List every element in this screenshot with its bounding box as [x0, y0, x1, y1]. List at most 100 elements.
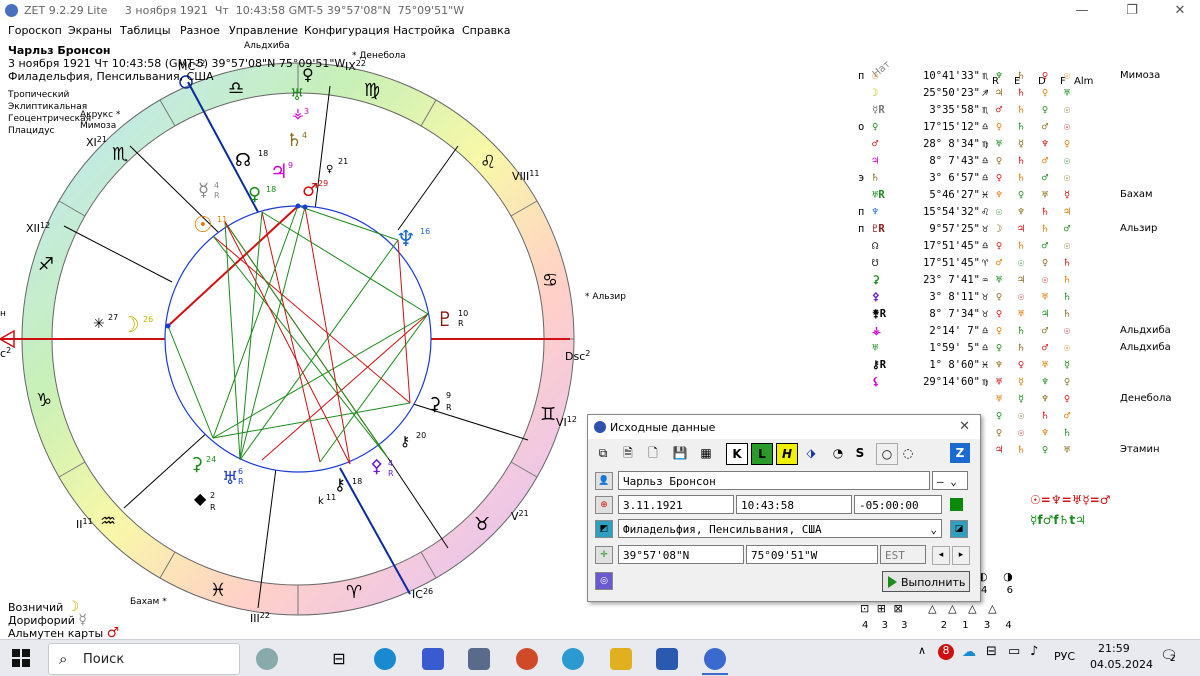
- h-button[interactable]: H: [776, 443, 798, 465]
- planet-icon: ♀: [872, 121, 879, 133]
- menu-raznoe[interactable]: Разное: [180, 24, 220, 37]
- triangle-icon-3[interactable]: △: [968, 602, 976, 615]
- prev-arrow-button[interactable]: ◂: [932, 546, 950, 565]
- s-button[interactable]: S: [850, 443, 870, 463]
- planet-degree: 29°14'60": [923, 376, 980, 388]
- source-data-dialog[interactable]: Исходные данные ✕ ⧉ 🗎 🗋 💾 ▦ K L H ⬗ ◔ S …: [587, 414, 981, 602]
- paste-icon[interactable]: 🗎: [618, 443, 638, 463]
- config-icons: ⊡ ⊞ ⊠ △ △ △ △: [860, 602, 997, 615]
- timezone-field[interactable]: -05:00:00: [854, 495, 942, 514]
- moon-phase-icon-2[interactable]: ◑: [1003, 570, 1013, 583]
- time-field[interactable]: 10:43:58: [736, 495, 852, 514]
- menu-ekrany[interactable]: Экраны: [68, 24, 112, 37]
- minimize-button[interactable]: —: [1072, 3, 1092, 18]
- triangle-icon-2[interactable]: △: [948, 602, 956, 615]
- folder-icon[interactable]: [610, 648, 632, 670]
- timezone-indicator[interactable]: [950, 498, 963, 511]
- telegram-icon[interactable]: [562, 648, 584, 670]
- battery-icon[interactable]: ▭: [1008, 644, 1020, 659]
- person-icon[interactable]: 👤: [595, 472, 613, 490]
- menu-tablitsy[interactable]: Таблицы: [120, 24, 171, 37]
- clock-time[interactable]: 21:59: [1098, 642, 1130, 655]
- zet-app-icon[interactable]: [704, 648, 726, 670]
- restore-button[interactable]: ❐: [1122, 3, 1142, 18]
- longitude-field[interactable]: 75°09'51"W: [746, 545, 878, 564]
- menu-nastroika[interactable]: Настройка: [393, 24, 455, 37]
- settings-icon[interactable]: ◎: [595, 572, 613, 590]
- coords-icon[interactable]: ✛: [595, 546, 613, 564]
- k-button[interactable]: K: [726, 443, 748, 465]
- notification-icon[interactable]: 🗨 2: [1160, 648, 1178, 664]
- menu-konfiguratsiya[interactable]: Конфигурация: [304, 24, 390, 37]
- table-icon[interactable]: ▦: [696, 443, 716, 463]
- gender-select[interactable]: — ⌄: [932, 471, 968, 490]
- network-app-icon[interactable]: [422, 648, 444, 670]
- word-icon[interactable]: [656, 648, 678, 670]
- tray-chevron-icon[interactable]: ∧: [918, 644, 926, 657]
- globe-icon[interactable]: ◪: [950, 520, 968, 538]
- network-icon[interactable]: ⊟: [986, 644, 997, 659]
- config-num-6: 3: [983, 620, 991, 631]
- menu-goroskop[interactable]: Гороскоп: [8, 24, 62, 37]
- igloo-icon[interactable]: [256, 648, 278, 670]
- name-field[interactable]: Чарльз Бронсон: [618, 471, 930, 490]
- dignity-ruler-icon: ♂: [1063, 223, 1071, 235]
- save-icon[interactable]: 💾: [670, 443, 690, 463]
- square-icon-2[interactable]: ⊞: [877, 602, 886, 615]
- language-indicator[interactable]: РУС: [1054, 650, 1075, 663]
- dignity-ruler-icon: ♄: [1017, 155, 1025, 167]
- task-view-icon[interactable]: ⊟: [328, 648, 350, 670]
- store-icon[interactable]: [468, 648, 490, 670]
- dignity-ruler-icon: ♄: [1041, 223, 1049, 235]
- volume-icon[interactable]: ♪: [1030, 644, 1038, 659]
- ring-icon[interactable]: ◌: [898, 443, 918, 463]
- dignity-ruler-icon: ☉: [1063, 342, 1071, 354]
- menu-spravka[interactable]: Справка: [462, 24, 510, 37]
- chart-type-icon[interactable]: ◔: [828, 443, 848, 463]
- shield-icon[interactable]: ⬗: [801, 443, 821, 463]
- dignity-ruler-icon: ♅: [1063, 87, 1071, 99]
- z-button[interactable]: Z: [950, 443, 970, 463]
- dignity-ruler-icon: ♀: [1041, 87, 1049, 99]
- svg-text:16: 16: [420, 227, 430, 236]
- dignity-ruler-icon: ♀: [995, 325, 1003, 337]
- planet-icon: ⚴: [872, 291, 880, 303]
- dignity-ruler-icon: ♄: [1041, 410, 1049, 422]
- close-button[interactable]: ✕: [1170, 3, 1190, 18]
- taskbar-search[interactable]: ⌕ Поиск: [48, 643, 240, 675]
- place-field[interactable]: Филадельфия, Пенсильвания, США ⌄: [618, 519, 942, 538]
- dignity-ruler-icon: ♀: [1041, 70, 1049, 82]
- run-button[interactable]: Выполнить: [882, 571, 970, 592]
- cloud-icon[interactable]: ☁: [962, 644, 976, 660]
- square-icon-3[interactable]: ⊠: [893, 602, 902, 615]
- planet-degree: 1°59' 5": [929, 342, 980, 354]
- triangle-icon-4[interactable]: △: [988, 602, 996, 615]
- menu-upravlenie[interactable]: Управление: [229, 24, 298, 37]
- map-icon[interactable]: ◩: [595, 520, 613, 538]
- run-label: Выполнить: [901, 576, 966, 589]
- copy-icon[interactable]: ⧉: [593, 443, 613, 463]
- dialog-title-bar[interactable]: Исходные данные ✕: [588, 415, 980, 439]
- fixed-star-name: Альзир: [1120, 223, 1158, 234]
- clock-date[interactable]: 04.05.2024: [1090, 658, 1153, 671]
- latitude-field[interactable]: 39°57'08"N: [618, 545, 744, 564]
- edge-icon[interactable]: [374, 648, 396, 670]
- square-icon-1[interactable]: ⊡: [860, 602, 869, 615]
- antivirus-icon[interactable]: 8: [938, 644, 954, 660]
- l-button[interactable]: L: [751, 443, 773, 465]
- dignity-ruler-icon: ♀: [1063, 393, 1071, 405]
- dignity-ruler-icon: ♀: [995, 240, 1003, 252]
- dialog-close-button[interactable]: ✕: [959, 419, 970, 434]
- windows-start-icon[interactable]: [12, 649, 30, 667]
- planet-degree: 8° 7'34": [929, 308, 980, 320]
- dignity-ruler-icon: ♃: [995, 444, 1003, 456]
- new-file-icon[interactable]: 🗋: [643, 443, 663, 463]
- tz-abbrev-field[interactable]: EST: [880, 545, 926, 564]
- calendar-icon[interactable]: ⊕: [595, 496, 613, 514]
- next-arrow-button[interactable]: ▸: [952, 546, 970, 565]
- circle-icon[interactable]: ○: [876, 443, 898, 465]
- date-field[interactable]: 3.11.1921: [618, 495, 734, 514]
- triangle-icon-1[interactable]: △: [928, 602, 936, 615]
- svg-text:R: R: [238, 477, 244, 486]
- chrome-icon[interactable]: [516, 648, 538, 670]
